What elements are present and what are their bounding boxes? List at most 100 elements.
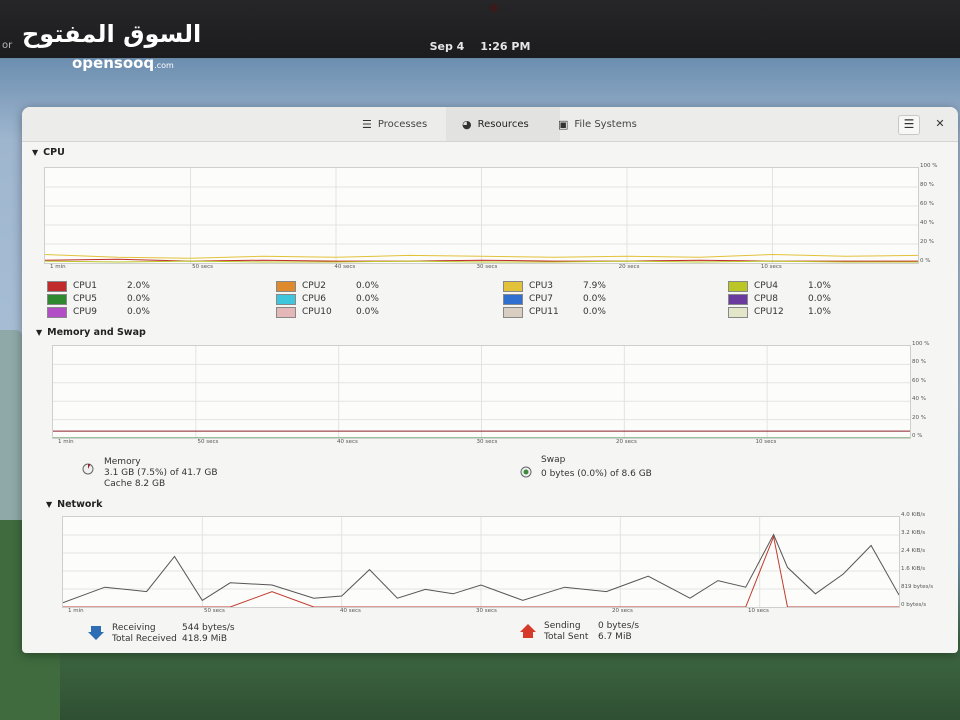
tab-resources[interactable]: ◕ Resources — [446, 107, 560, 141]
cpu-section-header[interactable]: ▼ CPU — [32, 147, 65, 158]
color-swatch[interactable] — [276, 280, 296, 292]
total-received-value: 418.9 MiB — [182, 634, 228, 644]
cpu-y-tick: 100 % — [920, 163, 938, 169]
camera-dot — [490, 4, 498, 12]
cpu-legend-item[interactable]: CPU6 0.0% — [276, 293, 379, 305]
download-arrow-icon — [88, 626, 104, 640]
sending-legend: Sending 0 bytes/s Total Sent 6.7 MiB — [544, 621, 684, 643]
cpu-value: 0.0% — [356, 307, 379, 317]
network-y-tick: 3.2 KiB/s — [901, 530, 926, 536]
cpu-value: 0.0% — [808, 294, 831, 304]
cpu-value: 0.0% — [127, 307, 150, 317]
cpu-legend-item[interactable]: CPU7 0.0% — [503, 293, 606, 305]
memory-graph — [52, 345, 911, 439]
watermark-suffix: .com — [154, 61, 174, 70]
cpu-legend-item[interactable]: CPU5 0.0% — [47, 293, 150, 305]
color-swatch[interactable] — [47, 306, 67, 318]
cpu-name: CPU1 — [73, 281, 98, 291]
total-received-label: Total Received — [112, 634, 177, 644]
receiving-legend: Receiving 544 bytes/s Total Received 418.9… — [112, 623, 252, 645]
color-swatch[interactable] — [47, 293, 67, 305]
memory-section-title: Memory and Swap — [47, 327, 146, 338]
tab-file-systems[interactable]: ▣ File Systems — [546, 107, 658, 141]
network-section-header[interactable]: ▼ Network — [46, 499, 102, 510]
sending-value: 0 bytes/s — [598, 621, 640, 631]
cpu-y-tick: 80 % — [920, 182, 934, 188]
upload-arrow-icon — [520, 624, 536, 638]
color-swatch[interactable] — [503, 280, 523, 292]
memory-y-tick: 0 % — [912, 433, 923, 439]
cpu-legend-item[interactable]: CPU10 0.0% — [276, 306, 379, 318]
network-x-tick: 40 secs — [340, 608, 361, 614]
network-graph — [62, 516, 900, 608]
cpu-x-tick: 40 secs — [334, 264, 356, 270]
cpu-name: CPU11 — [529, 307, 559, 317]
watermark-logo: السوق المفتوح opensooq.com — [22, 20, 202, 72]
color-swatch[interactable] — [728, 293, 748, 305]
network-x-tick: 1 min — [68, 608, 84, 614]
color-swatch[interactable] — [503, 293, 523, 305]
cpu-name: CPU12 — [754, 307, 784, 317]
memory-section-header[interactable]: ▼ Memory and Swap — [36, 327, 146, 338]
memory-cache: Cache 8.2 GB — [104, 479, 166, 489]
watermark-latin: opensooq.com — [72, 54, 174, 72]
color-swatch[interactable] — [728, 280, 748, 292]
cpu-x-tick: 10 secs — [760, 264, 782, 270]
receiving-value: 544 bytes/s — [182, 623, 235, 633]
tab-file-systems-label: File Systems — [574, 118, 637, 130]
cpu-graph — [44, 167, 919, 264]
cpu-legend-item[interactable]: CPU11 0.0% — [503, 306, 606, 318]
tab-processes-label: Processes — [377, 118, 428, 130]
color-swatch[interactable] — [503, 306, 523, 318]
cpu-name: CPU4 — [754, 281, 779, 291]
tab-resources-label: Resources — [477, 118, 529, 130]
close-icon[interactable]: ✕ — [932, 116, 948, 132]
cpu-legend-item[interactable]: CPU9 0.0% — [47, 306, 150, 318]
cpu-legend-item[interactable]: CPU12 1.0% — [728, 306, 831, 318]
cpu-name: CPU8 — [754, 294, 779, 304]
cpu-name: CPU3 — [529, 281, 554, 291]
date-label: Sep 4 — [429, 40, 465, 53]
cpu-legend-item[interactable]: CPU8 0.0% — [728, 293, 831, 305]
cpu-legend-item[interactable]: CPU1 2.0% — [47, 280, 150, 292]
cpu-legend-item[interactable]: CPU3 7.9% — [503, 280, 606, 292]
color-swatch[interactable] — [728, 306, 748, 318]
cpu-value: 1.0% — [808, 307, 831, 317]
cpu-legend-item[interactable]: CPU2 0.0% — [276, 280, 379, 292]
header-bar: ☰ Processes ◕ Resources ▣ File Systems ☰… — [22, 107, 958, 142]
cpu-x-tick: 50 secs — [192, 264, 214, 270]
network-y-tick: 4.0 KiB/s — [901, 512, 926, 518]
cpu-x-tick: 30 secs — [476, 264, 498, 270]
collapse-triangle-icon: ▼ — [32, 148, 39, 157]
memory-y-tick: 80 % — [912, 359, 926, 366]
network-x-tick: 20 secs — [612, 608, 633, 614]
memory-x-tick: 20 secs — [616, 439, 637, 445]
swap-legend-text: Swap 0 bytes (0.0%) of 8.6 GB — [541, 455, 652, 480]
cpu-name: CPU9 — [73, 307, 98, 317]
cpu-name: CPU2 — [302, 281, 327, 291]
cpu-x-tick: 20 secs — [618, 264, 640, 270]
memory-pie-icon[interactable] — [82, 463, 94, 475]
hamburger-icon[interactable]: ☰ — [898, 115, 920, 135]
watermark-arabic: السوق المفتوح — [22, 20, 202, 48]
color-swatch[interactable] — [47, 280, 67, 292]
cpu-legend-item[interactable]: CPU4 1.0% — [728, 280, 831, 292]
system-monitor-window: ☰ Processes ◕ Resources ▣ File Systems ☰… — [22, 107, 958, 653]
disk-icon: ▣ — [558, 117, 569, 131]
color-swatch[interactable] — [276, 293, 296, 305]
time-label: 1:26 PM — [480, 40, 531, 53]
tab-processes[interactable]: ☰ Processes — [352, 107, 454, 141]
memory-x-tick: 40 secs — [337, 439, 358, 445]
receiving-label: Receiving — [112, 623, 156, 633]
swap-pie-icon[interactable] — [520, 466, 532, 478]
network-y-tick: 819 bytes/s — [901, 584, 934, 590]
cpu-value: 0.0% — [356, 294, 379, 304]
cpu-value: 7.9% — [583, 281, 606, 291]
watermark-latin-text: opensooq — [72, 54, 155, 72]
memory-graph-svg — [53, 346, 910, 438]
gauge-icon: ◕ — [462, 117, 472, 131]
color-swatch[interactable] — [276, 306, 296, 318]
cpu-value: 0.0% — [583, 294, 606, 304]
cpu-x-tick: 1 min — [50, 264, 66, 270]
cpu-y-tick: 20 % — [920, 239, 934, 245]
